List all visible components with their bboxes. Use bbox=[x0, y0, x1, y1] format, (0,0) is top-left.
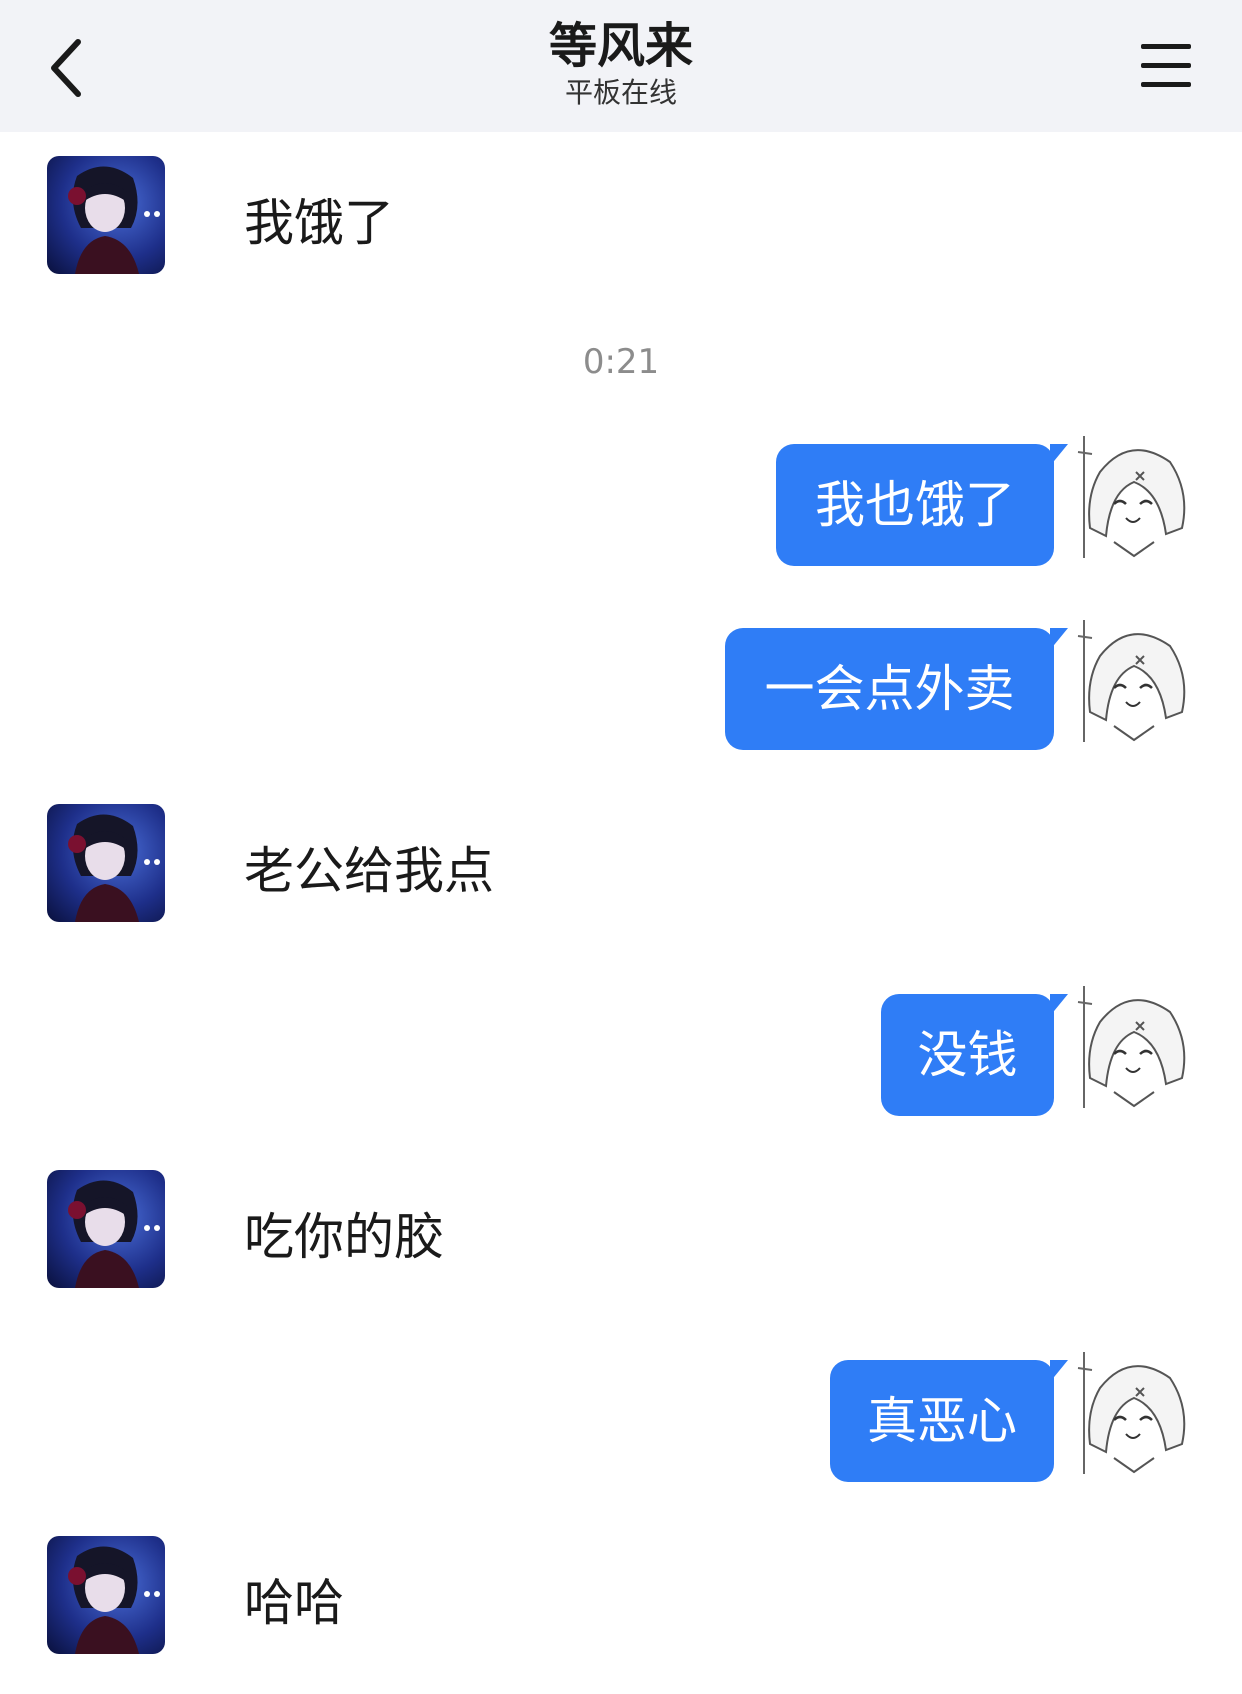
incoming-message[interactable]: 吃你的胶 bbox=[244, 1202, 444, 1272]
my-avatar[interactable] bbox=[1070, 616, 1198, 744]
outgoing-message-bubble[interactable]: 我也饿了 bbox=[776, 444, 1068, 566]
avatar-image bbox=[1070, 982, 1198, 1110]
avatar-image bbox=[1070, 432, 1198, 560]
contact-avatar[interactable] bbox=[47, 156, 165, 274]
chat-title-block: 等风来 平板在线 bbox=[421, 16, 821, 110]
contact-avatar[interactable] bbox=[47, 1536, 165, 1654]
outgoing-message-bubble[interactable]: 没钱 bbox=[881, 994, 1068, 1116]
contact-name: 等风来 bbox=[548, 18, 693, 74]
outgoing-message-bubble[interactable]: 真恶心 bbox=[830, 1360, 1068, 1482]
contact-avatar[interactable] bbox=[47, 1170, 165, 1288]
my-avatar[interactable] bbox=[1070, 1348, 1198, 1476]
menu-button[interactable] bbox=[1134, 36, 1198, 96]
chat-header: 等风来 平板在线 bbox=[0, 0, 1242, 132]
incoming-message[interactable]: 哈哈 bbox=[244, 1568, 344, 1638]
avatar-image bbox=[47, 1170, 165, 1288]
message-timestamp: 0:21 bbox=[582, 342, 660, 382]
back-button[interactable] bbox=[34, 30, 98, 106]
avatar-image bbox=[47, 1536, 165, 1654]
my-avatar[interactable] bbox=[1070, 982, 1198, 1110]
chevron-left-icon bbox=[51, 39, 81, 97]
outgoing-message-bubble[interactable]: 一会点外卖 bbox=[725, 628, 1068, 750]
hamburger-menu-icon bbox=[1141, 44, 1191, 87]
incoming-message[interactable]: 老公给我点 bbox=[244, 836, 494, 906]
contact-avatar[interactable] bbox=[47, 804, 165, 922]
avatar-image bbox=[47, 804, 165, 922]
avatar-image bbox=[47, 156, 165, 274]
incoming-message[interactable]: 我饿了 bbox=[244, 188, 394, 258]
online-status: 平板在线 bbox=[564, 76, 677, 109]
avatar-image bbox=[1070, 1348, 1198, 1476]
avatar-image bbox=[1070, 616, 1198, 744]
my-avatar[interactable] bbox=[1070, 432, 1198, 560]
